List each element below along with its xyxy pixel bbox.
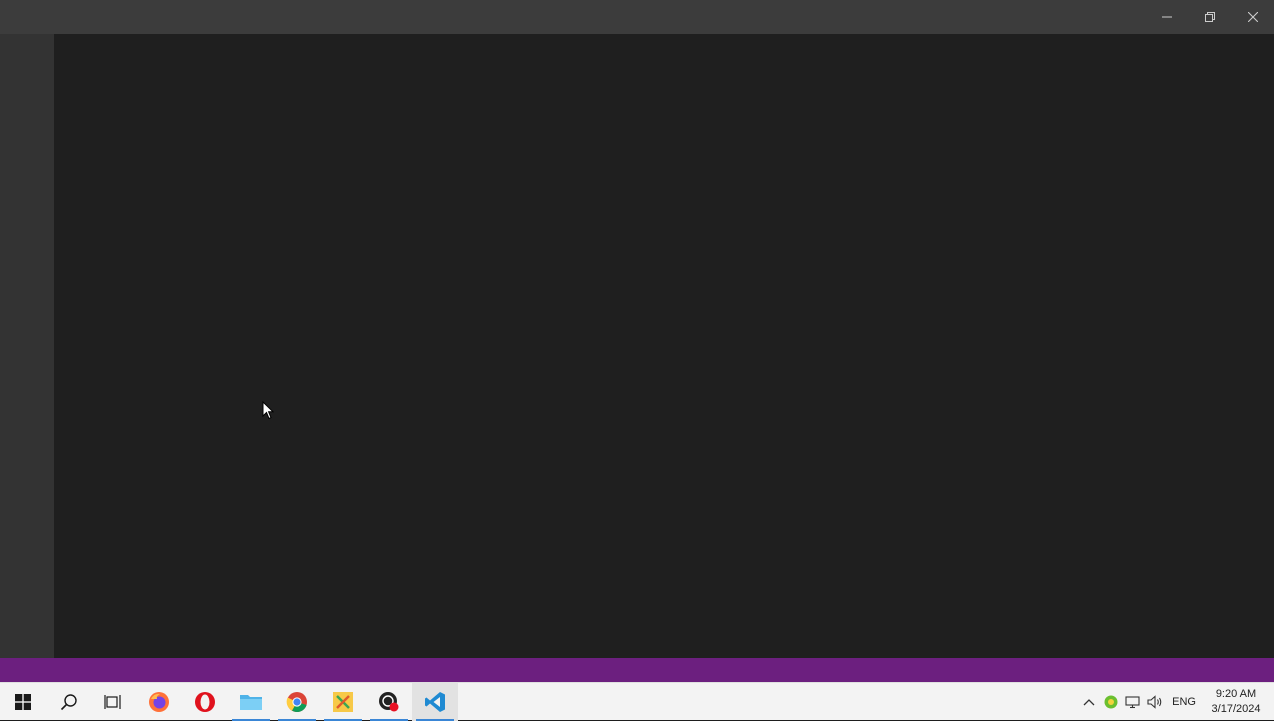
opera-icon	[195, 692, 215, 712]
system-tray: ENG 9:20 AM 3/17/2024	[1078, 683, 1274, 721]
start-button[interactable]	[0, 683, 46, 721]
minimize-button[interactable]	[1145, 0, 1188, 34]
task-view-icon	[104, 695, 121, 709]
windows-logo-icon	[15, 694, 31, 710]
taskbar-file-explorer[interactable]	[228, 683, 274, 721]
speaker-icon	[1147, 695, 1162, 709]
taskbar-vscode[interactable]	[412, 683, 458, 721]
show-hidden-icons-button[interactable]	[1078, 683, 1100, 721]
taskbar-firefox[interactable]	[136, 683, 182, 721]
restore-icon	[1204, 12, 1215, 22]
chevron-up-icon	[1083, 699, 1095, 706]
mouse-pointer-icon	[262, 401, 274, 420]
close-button[interactable]	[1231, 0, 1274, 34]
taskbar-app-x[interactable]	[320, 683, 366, 721]
window-controls	[1145, 0, 1274, 34]
taskbar-chrome[interactable]	[274, 683, 320, 721]
search-icon	[60, 694, 77, 711]
restore-button[interactable]	[1188, 0, 1231, 34]
vscode-icon	[425, 692, 445, 712]
editor-area[interactable]	[54, 34, 1274, 658]
network-icon	[1125, 696, 1140, 709]
shield-app-icon	[1104, 695, 1118, 709]
taskbar-opera[interactable]	[182, 683, 228, 721]
title-bar	[0, 0, 1274, 34]
activity-bar[interactable]	[0, 34, 54, 658]
task-view-button[interactable]	[90, 683, 136, 721]
app-x-icon	[333, 692, 353, 712]
folder-icon	[240, 695, 262, 710]
record-icon	[379, 692, 399, 712]
input-language[interactable]: ENG	[1166, 696, 1204, 708]
search-button[interactable]	[46, 683, 92, 721]
clock-time: 9:20 AM	[1215, 688, 1257, 700]
firefox-icon	[149, 692, 169, 712]
taskbar-obs[interactable]	[366, 683, 412, 721]
close-icon	[1247, 12, 1258, 22]
status-bar[interactable]	[0, 658, 1274, 682]
taskbar: ENG 9:20 AM 3/17/2024	[0, 682, 1274, 721]
chrome-icon	[286, 692, 307, 712]
tray-app-button[interactable]	[1100, 683, 1122, 721]
network-button[interactable]	[1122, 683, 1144, 721]
clock-date: 3/17/2024	[1211, 703, 1261, 715]
volume-button[interactable]	[1144, 683, 1166, 721]
taskbar-clock[interactable]: 9:20 AM 3/17/2024	[1204, 687, 1274, 717]
minimize-icon	[1161, 16, 1172, 18]
